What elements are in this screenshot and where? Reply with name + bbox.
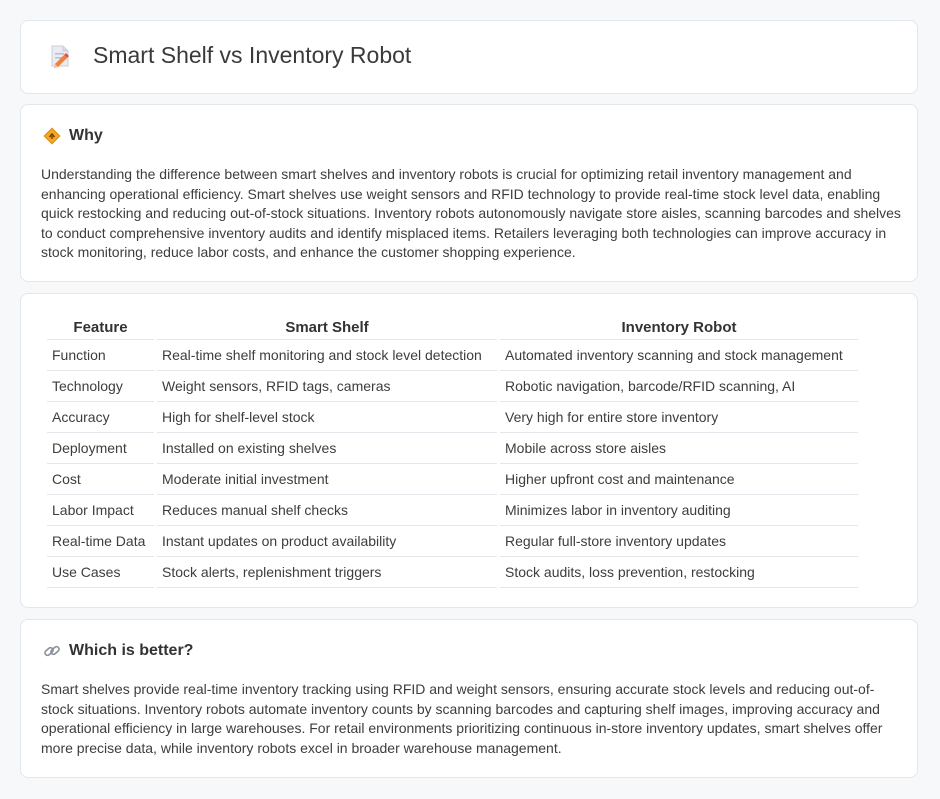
smart-shelf-cell: High for shelf-level stock — [157, 402, 497, 433]
inventory-robot-cell: Very high for entire store inventory — [500, 402, 858, 433]
better-paragraph: Smart shelves provide real-time inventor… — [41, 681, 883, 756]
smart-shelf-cell: Installed on existing shelves — [157, 433, 497, 464]
inventory-robot-cell: Higher upfront cost and maintenance — [500, 464, 858, 495]
title-row: Smart Shelf vs Inventory Robot — [47, 42, 411, 69]
why-heading: Why — [69, 127, 103, 144]
feature-cell: Deployment — [47, 433, 154, 464]
table-row: Function Real-time shelf monitoring and … — [47, 340, 858, 371]
inventory-robot-cell: Robotic navigation, barcode/RFID scannin… — [500, 371, 858, 402]
why-paragraph: Understanding the difference between sma… — [41, 166, 901, 261]
diamond-sign-icon — [43, 127, 61, 145]
inventory-robot-cell: Automated inventory scanning and stock m… — [500, 340, 858, 371]
feature-cell: Real-time Data — [47, 526, 154, 557]
inventory-robot-cell: Regular full-store inventory updates — [500, 526, 858, 557]
better-heading-row: Which is better? — [43, 642, 193, 660]
table-row: Cost Moderate initial investment Higher … — [47, 464, 858, 495]
table-row: Deployment Installed on existing shelves… — [47, 433, 858, 464]
feature-cell: Technology — [47, 371, 154, 402]
column-header-inventory-robot: Inventory Robot — [500, 315, 858, 340]
smart-shelf-cell: Real-time shelf monitoring and stock lev… — [157, 340, 497, 371]
inventory-robot-cell: Mobile across store aisles — [500, 433, 858, 464]
comparison-table: Feature Smart Shelf Inventory Robot Func… — [44, 315, 861, 588]
feature-cell: Cost — [47, 464, 154, 495]
feature-cell: Accuracy — [47, 402, 154, 433]
table-row: Real-time Data Instant updates on produc… — [47, 526, 858, 557]
document-pencil-icon — [51, 45, 69, 68]
smart-shelf-cell: Instant updates on product availability — [157, 526, 497, 557]
column-header-feature: Feature — [47, 315, 154, 340]
link-icon — [44, 645, 60, 657]
feature-cell: Function — [47, 340, 154, 371]
which-is-better-section: Which is better? Smart shelves provide r… — [20, 619, 918, 778]
smart-shelf-cell: Reduces manual shelf checks — [157, 495, 497, 526]
smart-shelf-cell: Stock alerts, replenishment triggers — [157, 557, 497, 588]
table-header-row: Feature Smart Shelf Inventory Robot — [47, 315, 858, 340]
column-header-smart-shelf: Smart Shelf — [157, 315, 497, 340]
why-heading-row: Why — [43, 127, 103, 145]
why-section: Why Understanding the difference between… — [20, 104, 918, 282]
table-row: Labor Impact Reduces manual shelf checks… — [47, 495, 858, 526]
smart-shelf-cell: Weight sensors, RFID tags, cameras — [157, 371, 497, 402]
inventory-robot-cell: Stock audits, loss prevention, restockin… — [500, 557, 858, 588]
inventory-robot-cell: Minimizes labor in inventory auditing — [500, 495, 858, 526]
smart-shelf-cell: Moderate initial investment — [157, 464, 497, 495]
header-card: Smart Shelf vs Inventory Robot — [20, 20, 918, 94]
comparison-section: Feature Smart Shelf Inventory Robot Func… — [20, 293, 918, 608]
feature-cell: Use Cases — [47, 557, 154, 588]
table-row: Technology Weight sensors, RFID tags, ca… — [47, 371, 858, 402]
table-row: Accuracy High for shelf-level stock Very… — [47, 402, 858, 433]
table-row: Use Cases Stock alerts, replenishment tr… — [47, 557, 858, 588]
page-title: Smart Shelf vs Inventory Robot — [93, 42, 412, 68]
better-heading: Which is better? — [69, 642, 194, 659]
feature-cell: Labor Impact — [47, 495, 154, 526]
